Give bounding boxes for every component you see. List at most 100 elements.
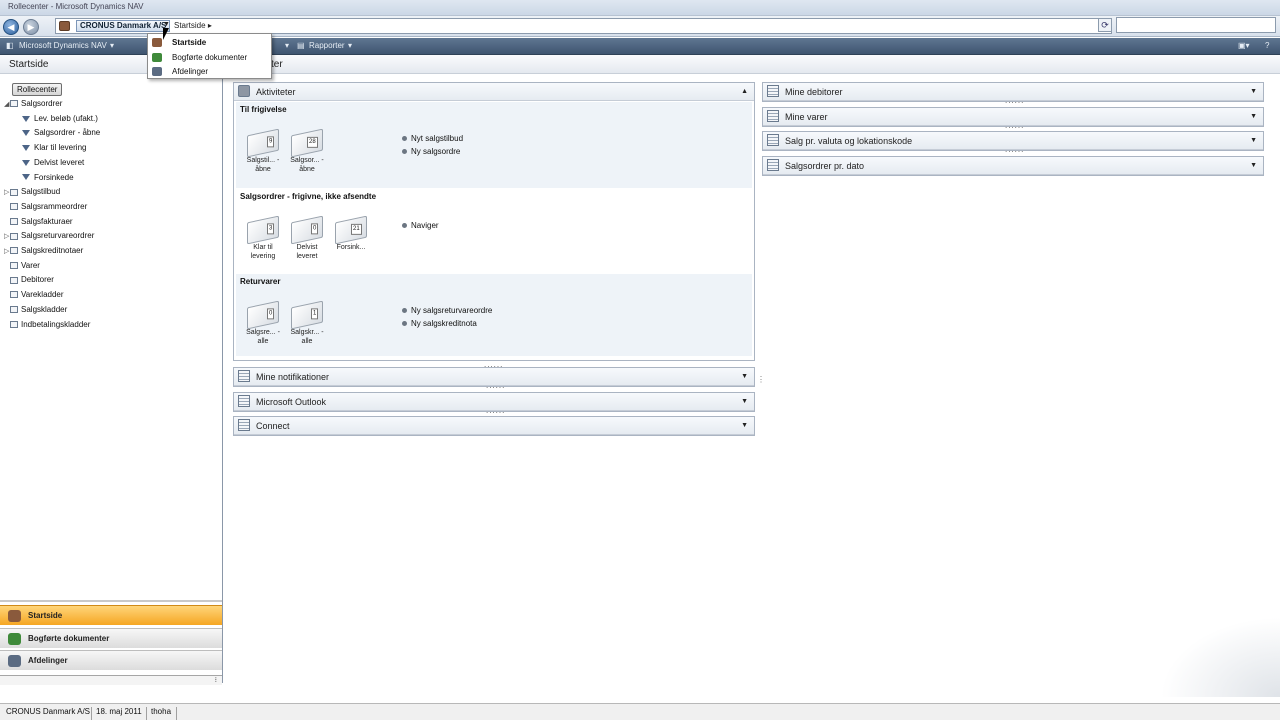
- nav-tree-item[interactable]: Indbetalingskladder: [4, 320, 90, 329]
- background-decoration: [1160, 617, 1280, 697]
- nav-tree-item[interactable]: Klar til levering: [22, 143, 86, 152]
- reports-chevron-icon[interactable]: ▾: [348, 41, 352, 50]
- reports-menu[interactable]: Rapporter: [309, 41, 345, 50]
- action-link[interactable]: Ny salgskreditnota: [402, 319, 477, 328]
- panel-grip[interactable]: ......: [486, 381, 505, 390]
- menu-item-afdelinger[interactable]: Afdelinger: [172, 67, 208, 76]
- nav-section[interactable]: Bogførte dokumenter: [0, 627, 222, 648]
- expand-chevron-icon[interactable]: ▼: [1250, 108, 1257, 126]
- status-user: thoha: [151, 707, 172, 716]
- cue-count: 0: [310, 223, 318, 235]
- nav-tree-label: Varekladder: [21, 290, 64, 300]
- help-icon[interactable]: ?: [1265, 41, 1269, 50]
- nav-tree-item[interactable]: Delvist leveret: [22, 158, 84, 167]
- expand-chevron-icon[interactable]: ▼: [1250, 132, 1257, 150]
- part-header[interactable]: Connect ▼: [234, 417, 754, 436]
- navigation-pane: Rollecenter ◢ Salgsordrer Lev. beløb (ufak…: [0, 75, 223, 685]
- part-header[interactable]: Salgsordrer pr. dato ▼: [763, 157, 1263, 176]
- rollecenter-button[interactable]: Rollecenter: [12, 83, 63, 96]
- nav-tree-item[interactable]: Debitorer: [4, 275, 54, 284]
- part-title: Mine varer: [785, 111, 828, 122]
- expand-chevron-icon[interactable]: ▼: [741, 368, 748, 386]
- company-book-icon: [59, 21, 70, 31]
- status-separator: [91, 707, 92, 720]
- nav-tree-item[interactable]: ◢ Salgsordrer: [4, 99, 62, 108]
- cue-tile[interactable]: 3 Klar til levering: [246, 215, 280, 261]
- list-icon: [10, 291, 18, 299]
- panel-grip[interactable]: ......: [486, 406, 505, 415]
- nav-tree-item[interactable]: Salgsfakturaer: [4, 217, 73, 226]
- nav-section[interactable]: Startside: [0, 605, 222, 625]
- nav-tree-item[interactable]: ▷ Salgsreturvareordrer: [4, 231, 94, 240]
- app-menu-chevron-icon[interactable]: ▾: [110, 41, 114, 50]
- part-title: Mine debitorer: [785, 87, 843, 97]
- breadcrumb[interactable]: Startside ▸: [174, 21, 212, 30]
- cue-tile[interactable]: 21 Forsink...: [334, 215, 368, 252]
- company-selector[interactable]: CRONUS Danmark A/S: [76, 20, 171, 32]
- company-dropdown-icon[interactable]: ▼: [163, 21, 170, 28]
- action-link[interactable]: Naviger: [402, 221, 439, 230]
- cue-tile[interactable]: 28 Salgsor... - åbne: [290, 128, 324, 174]
- menu-item-startside[interactable]: Startside: [172, 38, 206, 47]
- refresh-icon[interactable]: ⟳: [1098, 18, 1112, 32]
- status-work-date[interactable]: 18. maj 2011: [96, 707, 142, 716]
- search-input[interactable]: [1116, 17, 1276, 33]
- part-wrapper: Mine notifikationer ▼......: [233, 367, 755, 392]
- actions-chevron-icon[interactable]: ▾: [285, 41, 289, 50]
- splitter[interactable]: [0, 600, 222, 602]
- column-splitter[interactable]: ⋮: [757, 375, 765, 384]
- nav-tree-item[interactable]: Lev. beløb (ufakt.): [22, 114, 98, 123]
- role-center-content: Aktiviteter ▲ Til frigivelse 9 Salgstil...…: [228, 75, 1280, 697]
- nav-tree-item[interactable]: ▷ Salgstilbud: [4, 187, 60, 196]
- action-link-label: Ny salgsordre: [411, 147, 461, 156]
- app-menu[interactable]: Microsoft Dynamics NAV: [19, 41, 107, 50]
- nav-tree-item[interactable]: Salgskladder: [4, 305, 67, 314]
- activities-title: Aktiviteter: [256, 87, 296, 97]
- action-link[interactable]: Ny salgsreturvareordre: [402, 306, 492, 315]
- part-list-icon: [767, 134, 779, 147]
- view-options-icon[interactable]: ▣▾: [1238, 41, 1250, 50]
- breadcrumb-arrow-icon[interactable]: ▸: [208, 21, 212, 30]
- expand-chevron-icon[interactable]: ▼: [741, 417, 748, 435]
- nav-tree-item[interactable]: Varekladder: [4, 290, 64, 299]
- cue-tile[interactable]: 0 Delvist leveret: [290, 215, 324, 261]
- nav-tree-item[interactable]: Varer: [4, 261, 40, 270]
- window-title: Rollecenter - Microsoft Dynamics NAV: [8, 2, 144, 11]
- cue-tile[interactable]: 0 Salgsre... - alle: [246, 300, 280, 346]
- nav-tree-item[interactable]: Forsinkede: [22, 173, 74, 182]
- nav-tree-item[interactable]: Salgsordrer - åbne: [22, 128, 100, 137]
- action-link[interactable]: Ny salgsordre: [402, 147, 460, 156]
- nav-tree-label: Salgsreturvareordrer: [21, 231, 95, 241]
- app-menu-icon[interactable]: ◧: [6, 41, 14, 50]
- back-button[interactable]: ◀: [3, 19, 19, 35]
- menu-item-bogforte-dokumenter[interactable]: Bogførte dokumenter: [172, 53, 247, 62]
- nav-tree-label: Salgsrammeordrer: [21, 201, 88, 211]
- address-box[interactable]: CRONUS Danmark A/S ▼ Startside ▸: [55, 18, 1112, 34]
- collapse-chevron-icon[interactable]: ▲: [741, 83, 748, 101]
- window-title-bar: Rollecenter - Microsoft Dynamics NAV: [0, 0, 1280, 16]
- part-title: Microsoft Outlook: [256, 396, 327, 407]
- nav-pane-options-icon[interactable]: ⁝: [215, 676, 217, 684]
- panel-grip[interactable]: ......: [1005, 145, 1024, 154]
- panel-grip[interactable]: ......: [1005, 96, 1024, 105]
- expand-chevron-icon[interactable]: ▼: [741, 393, 748, 411]
- cue-tile[interactable]: 1 Salgskr... - alle: [290, 300, 324, 346]
- list-icon: [10, 188, 18, 196]
- cue-tile[interactable]: 9 Salgstil... - åbne: [246, 128, 280, 174]
- activities-header[interactable]: Aktiviteter ▲: [234, 83, 754, 101]
- cue-label: Salgsre... - alle: [246, 329, 280, 345]
- nav-tree-item[interactable]: Salgsrammeordrer: [4, 202, 87, 211]
- action-link-label: Ny salgsreturvareordre: [411, 306, 493, 315]
- part-list-icon: [238, 419, 250, 432]
- nav-section[interactable]: Afdelinger: [0, 650, 222, 670]
- breadcrumb-startside[interactable]: Startside: [174, 21, 206, 30]
- action-link[interactable]: Nyt salgstilbud: [402, 134, 463, 143]
- expand-chevron-icon[interactable]: ▼: [1250, 157, 1257, 175]
- panel-grip[interactable]: ......: [1005, 121, 1024, 130]
- nav-tree-item[interactable]: ▷ Salgskreditnotaer: [4, 246, 83, 255]
- nav-tree-label: Salgsordrer - åbne: [34, 128, 101, 138]
- bullet-icon: [402, 308, 407, 314]
- forward-button[interactable]: ▶: [23, 19, 39, 35]
- nav-tree-label: Salgsfakturaer: [21, 216, 73, 226]
- expand-chevron-icon[interactable]: ▼: [1250, 83, 1257, 101]
